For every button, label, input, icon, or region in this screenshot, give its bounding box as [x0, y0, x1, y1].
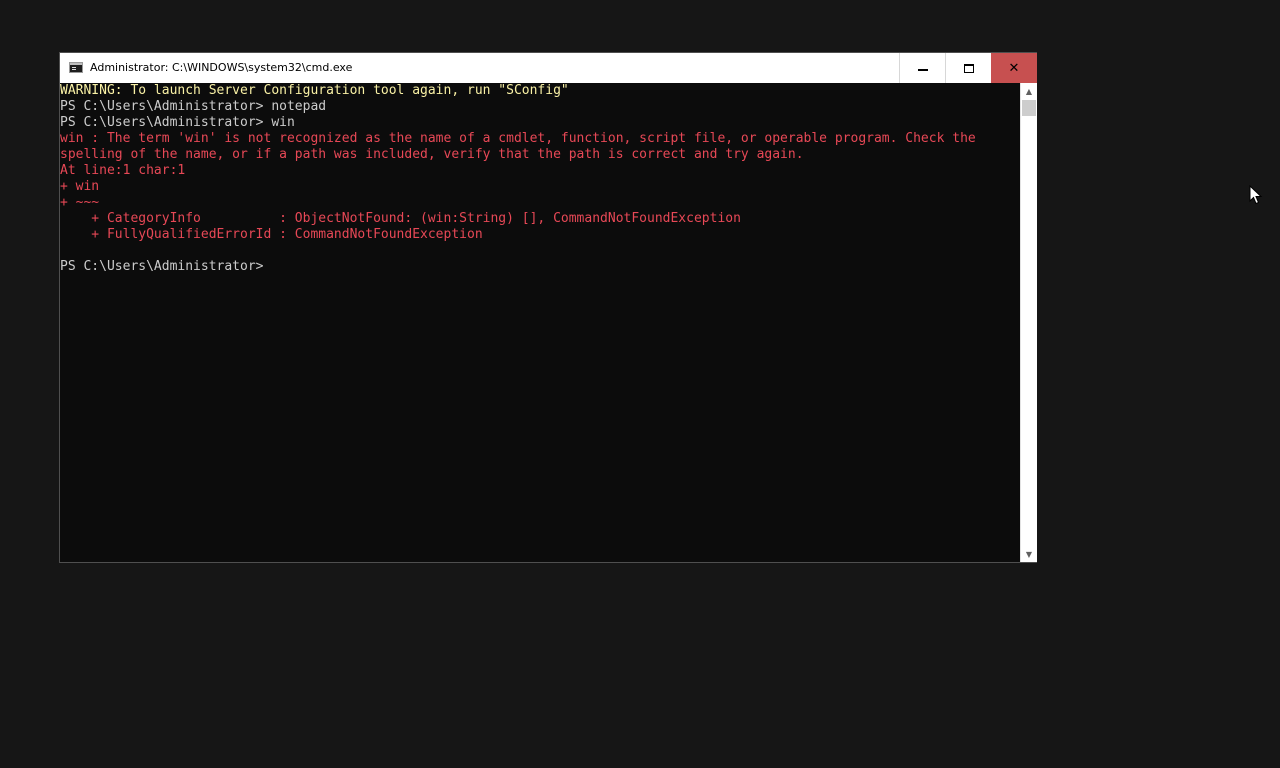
- mouse-pointer-icon: [1249, 185, 1263, 205]
- minimize-icon: [917, 69, 928, 71]
- close-button[interactable]: ✕: [991, 53, 1037, 83]
- window-title: Administrator: C:\WINDOWS\system32\cmd.e…: [90, 61, 353, 74]
- console-line: + ~~~: [60, 195, 100, 210]
- scroll-up-button[interactable]: ▲: [1021, 83, 1037, 99]
- console-line: + CategoryInfo : ObjectNotFound: (win:St…: [60, 211, 741, 226]
- chevron-down-icon: ▼: [1025, 549, 1033, 559]
- maximize-icon: [963, 63, 974, 73]
- scroll-down-button[interactable]: ▼: [1021, 546, 1037, 562]
- console-line: + FullyQualifiedErrorId : CommandNotFoun…: [60, 227, 483, 242]
- cmd-window[interactable]: Administrator: C:\WINDOWS\system32\cmd.e…: [59, 52, 1037, 563]
- chevron-up-icon: ▲: [1025, 86, 1033, 96]
- console-line: At line:1 char:1: [60, 163, 186, 178]
- console-line: spelling of the name, or if a path was i…: [60, 147, 804, 162]
- console-line: WARNING: To launch Server Configuration …: [60, 83, 569, 98]
- close-icon: ✕: [1008, 60, 1020, 76]
- console-line: PS C:\Users\Administrator>: [60, 259, 264, 274]
- vertical-scrollbar[interactable]: ▲ ▼: [1020, 83, 1037, 562]
- maximize-button[interactable]: [945, 53, 991, 83]
- console-line: PS C:\Users\Administrator> notepad: [60, 99, 327, 114]
- console-output[interactable]: WARNING: To launch Server Configuration …: [60, 83, 1020, 562]
- desktop: Administrator: C:\WINDOWS\system32\cmd.e…: [0, 0, 1280, 768]
- console-line: + win: [60, 179, 100, 194]
- console-line: win : The term 'win' is not recognized a…: [60, 131, 976, 146]
- minimize-button[interactable]: [899, 53, 945, 83]
- cmd-app-icon[interactable]: [69, 62, 83, 73]
- console-line: PS C:\Users\Administrator> win: [60, 115, 295, 130]
- title-bar[interactable]: Administrator: C:\WINDOWS\system32\cmd.e…: [60, 53, 1037, 83]
- scroll-thumb[interactable]: [1022, 100, 1036, 116]
